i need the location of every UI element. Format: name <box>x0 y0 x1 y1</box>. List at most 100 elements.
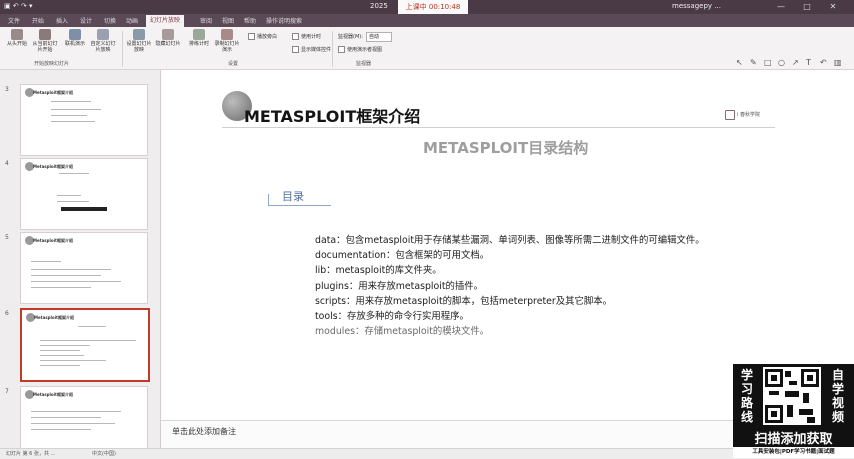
tab-help[interactable]: 帮助 <box>244 16 256 25</box>
watermark-cta: 扫描添加获取 <box>754 432 833 447</box>
directory-list[interactable]: data：包含metasploit用于存储某些漏洞、单词列表、图像等所需二进制文… <box>315 233 705 339</box>
slide-thumbnail-panel[interactable]: 3 Metasploit框架介绍 4 Metasploit框架介绍 5 Meta… <box>0 70 161 448</box>
user-name[interactable]: messagepy ... <box>672 2 721 10</box>
circle-icon[interactable]: ○ <box>778 58 785 67</box>
tab-design[interactable]: 设计 <box>80 16 92 25</box>
thumb-line <box>31 281 121 282</box>
list-item: data：包含metasploit用于存储某些漏洞、单词列表、图像等所需二进制文… <box>315 235 705 246</box>
thumb-line <box>51 121 95 122</box>
slide-thumbnail[interactable]: Metasploit框架介绍 <box>20 232 148 304</box>
square-icon[interactable]: □ <box>764 58 772 67</box>
setup-show-icon <box>133 29 145 40</box>
text-tool-icon[interactable]: T <box>806 58 811 67</box>
recording-indicator[interactable]: 上课中 00:10:48 <box>398 0 468 14</box>
tab-transitions[interactable]: 切换 <box>104 16 116 25</box>
pen-icon[interactable]: ✎ <box>750 58 757 67</box>
arrow-icon[interactable]: ↗ <box>792 58 799 67</box>
tab-review[interactable]: 审阅 <box>200 16 212 25</box>
thumb-line <box>40 345 90 346</box>
rehearse-timings-button[interactable]: 排练计时 <box>186 29 212 47</box>
watermark-char: 频 <box>832 410 845 424</box>
minimize-icon[interactable]: — <box>770 0 792 14</box>
slide-number: 7 <box>5 388 9 395</box>
thumb-line <box>31 275 101 276</box>
language-indicator[interactable]: 中文(中国) <box>92 450 116 457</box>
list-item: tools：存放多种的命令行实用程序。 <box>315 311 469 323</box>
slide-thumbnail-selected[interactable]: Metasploit框架介绍 <box>20 308 150 382</box>
monitor-select[interactable]: 自动 <box>366 32 392 42</box>
thumb-line <box>57 195 81 196</box>
slide-thumbnail[interactable]: Metasploit框架介绍 <box>20 386 148 448</box>
tell-me-search[interactable]: 操作说明搜索 <box>266 16 302 25</box>
list-item: lib：metasploit的库文件夹。 <box>315 265 442 277</box>
present-online-button[interactable]: 联机演示 <box>62 29 88 47</box>
tab-slideshow[interactable]: 幻灯片放映 <box>146 15 185 27</box>
title-bar: ▣ ↶ ↷ ▾ 2025 上课中 00:10:48 messagepy ... … <box>0 0 854 14</box>
play-narrations-checkbox[interactable]: 播放旁白 <box>248 33 277 40</box>
tab-view[interactable]: 视图 <box>222 16 234 25</box>
watermark-char: 学 <box>832 382 845 396</box>
thumb-line <box>78 326 106 327</box>
notes-placeholder[interactable]: 单击此处添加备注 <box>172 426 236 437</box>
setup-show-button[interactable]: 设置幻灯片放映 <box>126 29 152 53</box>
close-icon[interactable]: ✕ <box>822 0 844 14</box>
thumb-line <box>57 201 89 202</box>
undo-icon[interactable]: ↶ <box>820 58 827 67</box>
group-label-monitor: 监视器 <box>356 61 372 67</box>
watermark-footer: 工具安装包|PDF学习书籍|面试题 <box>733 447 854 458</box>
show-media-controls-checkbox[interactable]: 显示媒体控件 <box>292 46 331 53</box>
watermark-char: 学 <box>741 368 754 382</box>
present-online-icon <box>69 29 81 40</box>
thumb-line <box>31 423 115 424</box>
thumb-line <box>40 365 80 366</box>
section-heading[interactable]: 目录 <box>282 188 304 204</box>
thumb-line <box>51 109 101 110</box>
ichunqiu-logo-icon <box>725 110 735 120</box>
pointer-icon[interactable]: ↖ <box>736 58 743 67</box>
record-icon <box>221 29 233 40</box>
custom-show-button[interactable]: 自定义幻灯片放映 <box>90 29 116 53</box>
thumb-line <box>59 173 89 174</box>
maximize-icon[interactable]: □ <box>796 0 818 14</box>
from-beginning-button[interactable]: 从头开始 <box>4 29 30 47</box>
app-title: ▣ ↶ ↷ ▾ <box>4 2 33 10</box>
watermark-char: 自 <box>832 368 845 382</box>
ribbon: 从头开始 从当前幻灯片开始 联机演示 自定义幻灯片放映 设置幻灯片放映 隐藏幻灯… <box>0 27 854 70</box>
thumb-line <box>31 429 91 430</box>
tab-animations[interactable]: 动画 <box>126 16 138 25</box>
from-current-button[interactable]: 从当前幻灯片开始 <box>32 29 58 53</box>
title-divider <box>222 127 775 128</box>
presenter-view-checkbox[interactable]: 使用演示者视图 <box>338 46 382 53</box>
slide-subtitle[interactable]: METASPLOIT目录结构 <box>423 137 588 158</box>
thumb-line <box>40 355 84 356</box>
slide-number: 4 <box>5 160 9 167</box>
tab-home[interactable]: 开始 <box>32 16 44 25</box>
thumb-line <box>31 287 91 288</box>
hide-slide-icon <box>162 29 174 40</box>
record-show-button[interactable]: 录制幻灯片演示 <box>214 29 240 53</box>
tab-file[interactable]: 文件 <box>8 16 20 25</box>
thumb-line <box>40 360 106 361</box>
watermark-char: 路 <box>741 396 754 410</box>
slide-thumbnail[interactable]: Metasploit框架介绍 <box>20 84 148 156</box>
use-timings-checkbox[interactable]: 使用计时 <box>292 33 321 40</box>
list-item: plugins：用来存放metasploit的插件。 <box>315 280 484 292</box>
drawing-toolbar: ↖ ✎ □ ○ ↗ T ↶ ▥ <box>736 58 846 70</box>
list-item: modules：存储metasploit的模块文件。 <box>315 326 490 338</box>
thumb-title: Metasploit框架介绍 <box>33 238 73 243</box>
status-bar: 幻灯片 第 6 张，共 ... 中文(中国) <box>0 448 854 459</box>
trash-icon[interactable]: ▥ <box>834 58 842 67</box>
ribbon-separator <box>332 31 333 67</box>
watermark-char: 视 <box>832 396 845 410</box>
slide-number: 5 <box>5 234 9 241</box>
thumb-line <box>51 115 87 116</box>
logo-text: i 春秋学院 <box>737 112 760 118</box>
slide-thumbnail[interactable]: Metasploit框架介绍 <box>20 158 148 230</box>
tab-insert[interactable]: 插入 <box>56 16 68 25</box>
thumb-title: Metasploit框架介绍 <box>34 315 74 320</box>
thumb-title: Metasploit框架介绍 <box>33 164 73 169</box>
group-label-setup: 设置 <box>228 61 239 67</box>
hide-slide-button[interactable]: 隐藏幻灯片 <box>155 29 181 47</box>
slide-title[interactable]: METASPLOIT框架介绍 <box>244 103 420 127</box>
section-underline <box>268 205 331 206</box>
